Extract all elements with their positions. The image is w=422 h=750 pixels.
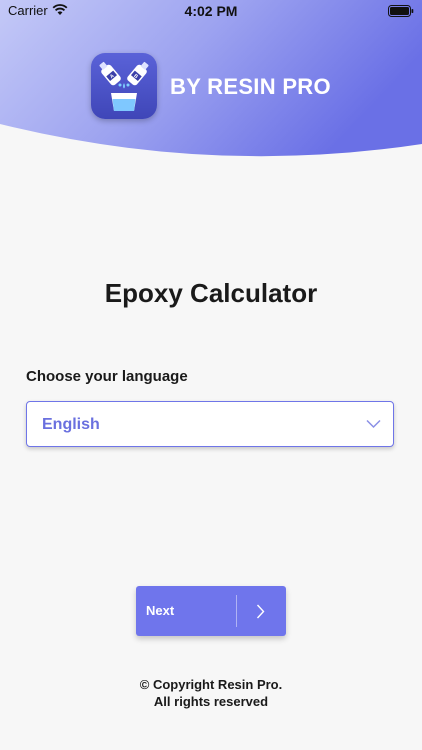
language-label: Choose your language xyxy=(26,368,188,385)
chevron-right-icon xyxy=(256,604,265,619)
language-select-value: English xyxy=(42,416,100,433)
chevron-down-icon xyxy=(366,419,381,429)
copyright-text: © Copyright Resin Pro. All rights reserv… xyxy=(0,676,422,710)
copyright-line-2: All rights reserved xyxy=(153,694,269,709)
next-button-label: Next xyxy=(146,603,175,618)
copyright-line-1: © Copyright Resin Pro. xyxy=(139,677,283,692)
epoxy-cup-icon: A B xyxy=(91,53,157,119)
battery-icon xyxy=(388,5,414,17)
next-button-divider xyxy=(236,595,237,627)
brand-name: BY RESIN PRO xyxy=(170,74,331,99)
page-title: Epoxy Calculator xyxy=(104,278,318,308)
screen: Carrier 4:02 PM A B BY RESIN PRO Epoxy C… xyxy=(0,0,422,750)
language-select[interactable]: English xyxy=(26,401,394,447)
status-bar: Carrier 4:02 PM xyxy=(0,0,422,22)
status-time: 4:02 PM xyxy=(184,3,238,19)
next-button[interactable]: Next xyxy=(136,586,286,636)
